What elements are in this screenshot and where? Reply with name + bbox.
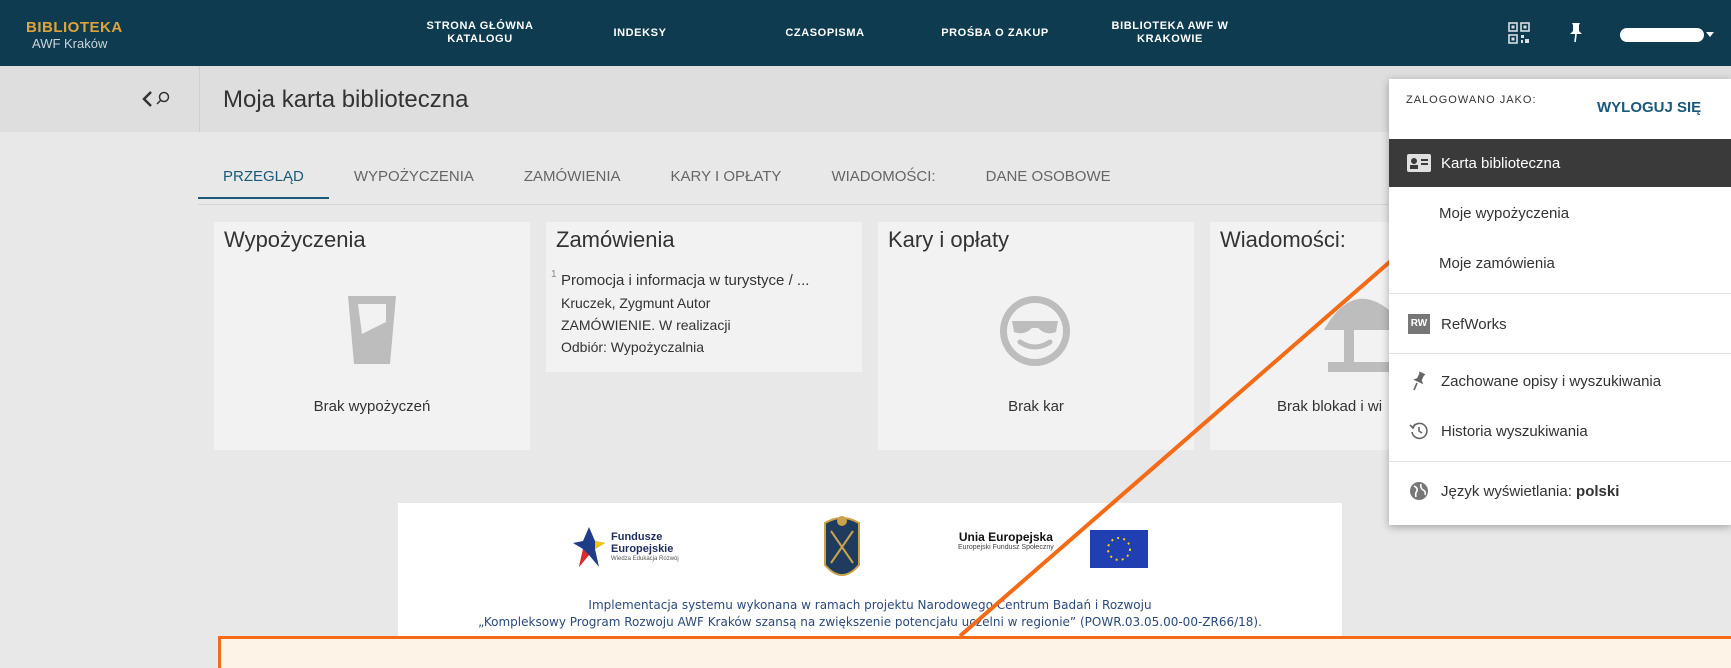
refworks-icon: RW: [1407, 314, 1431, 334]
history-icon: [1407, 421, 1431, 441]
menu-item-display-language[interactable]: Język wyświetlania: polski: [1389, 467, 1731, 515]
menu-divider: [1389, 461, 1731, 462]
user-dropdown-menu: ZALOGOWANO JAKO: WYLOGUJ SIĘ Karta bibli…: [1389, 79, 1731, 525]
menu-item-label: Moje zamówienia: [1439, 254, 1555, 272]
menu-item-label: Język wyświetlania:: [1441, 482, 1577, 500]
current-language: polski: [1576, 482, 1620, 500]
menu-item-saved-records[interactable]: Zachowane opisy i wyszukiwania: [1389, 357, 1731, 405]
globe-icon: [1407, 481, 1431, 501]
menu-item-refworks[interactable]: RW RefWorks: [1389, 300, 1731, 348]
menu-item-label: RefWorks: [1441, 315, 1507, 333]
menu-item-label: Historia wyszukiwania: [1441, 422, 1588, 440]
menu-item-label: Zachowane opisy i wyszukiwania: [1441, 372, 1662, 390]
menu-item-library-card[interactable]: Karta biblioteczna: [1389, 139, 1731, 187]
refworks-icon-text: RW: [1408, 314, 1430, 334]
menu-item-my-orders[interactable]: Moje zamówienia: [1389, 239, 1731, 287]
pin-icon: [1407, 371, 1431, 391]
id-card-icon: [1407, 153, 1431, 173]
logout-button[interactable]: WYLOGUJ SIĘ: [1597, 99, 1701, 116]
menu-item-my-loans[interactable]: Moje wypożyczenia: [1389, 189, 1731, 237]
logged-in-as-label: ZALOGOWANO JAKO:: [1406, 94, 1537, 106]
menu-item-label: Karta biblioteczna: [1441, 154, 1561, 172]
menu-item-search-history[interactable]: Historia wyszukiwania: [1389, 407, 1731, 455]
menu-divider: [1389, 353, 1731, 354]
menu-divider: [1389, 293, 1731, 294]
menu-item-label: Moje wypożyczenia: [1439, 204, 1570, 222]
dropdown-header: ZALOGOWANO JAKO: WYLOGUJ SIĘ: [1389, 79, 1731, 139]
